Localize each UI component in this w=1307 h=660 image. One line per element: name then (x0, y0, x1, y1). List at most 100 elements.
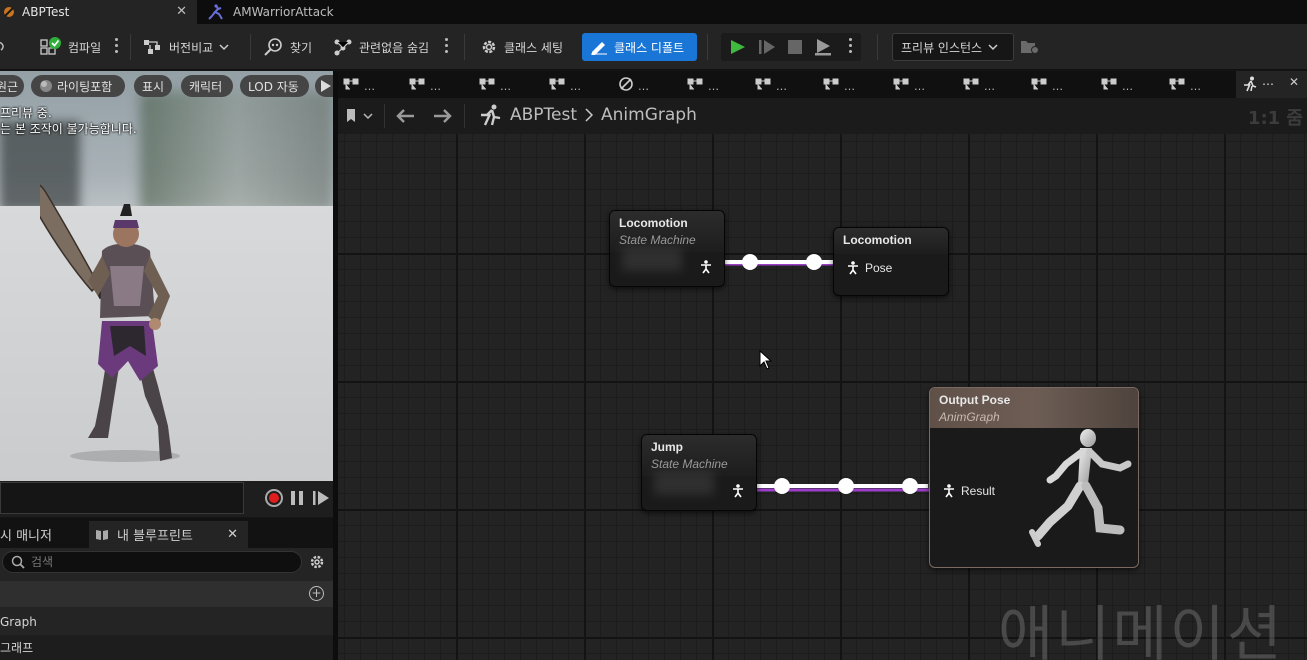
compile-options-icon[interactable] (115, 38, 119, 56)
search-input[interactable] (31, 555, 281, 569)
diff-icon (144, 40, 160, 54)
result-input-pin[interactable]: Result (943, 484, 995, 498)
compile-button[interactable]: 컴파일 (40, 34, 101, 60)
tab-my-blueprint[interactable]: 내 블루프린트 ✕ (89, 521, 248, 548)
version-compare-label: 버전비교 (169, 40, 214, 55)
graph-tab-collapsed[interactable]: … (479, 78, 511, 93)
step-icon[interactable] (758, 39, 776, 55)
show-pill[interactable]: 표시 (134, 75, 172, 97)
graph-tab-collapsed-disabled[interactable]: … (619, 77, 649, 93)
lighting-pill[interactable]: 라이팅포함 (31, 75, 125, 97)
gear-icon (482, 40, 496, 54)
find-button[interactable]: 찾기 (264, 34, 312, 60)
chevron-right-icon (585, 108, 594, 122)
section-header[interactable]: + (0, 581, 333, 607)
bookmark-icon[interactable] (346, 108, 376, 124)
pause-icon[interactable] (290, 491, 304, 505)
close-icon[interactable]: ✕ (227, 527, 238, 542)
ellipsis: … (364, 80, 375, 93)
graph-tab-collapsed[interactable]: … (893, 78, 925, 93)
watermark: 애니메이션 (998, 600, 1284, 660)
lod-auto-pill[interactable]: LOD 자동 (240, 75, 309, 97)
graph-tab-collapsed[interactable]: … (963, 78, 995, 93)
breadcrumb-root[interactable]: ABPTest (510, 105, 577, 125)
play-options-icon[interactable] (849, 38, 853, 56)
class-settings-label: 클래스 세팅 (504, 40, 564, 55)
graph-options-icon[interactable] (445, 38, 449, 56)
class-defaults-button[interactable]: 클래스 디폴트 (582, 33, 697, 61)
playback-speed-pill[interactable] (315, 75, 333, 97)
node-header: Locomotion (834, 228, 948, 254)
pose-pin-icon (848, 261, 858, 275)
graph-tab-collapsed[interactable]: … (549, 78, 581, 93)
tab-abptest[interactable]: ABPTest ✕ (0, 0, 197, 24)
node-title: Jump (651, 440, 684, 454)
version-compare-button[interactable]: 버전비교 (143, 34, 229, 60)
pose-output-pin[interactable] (700, 260, 712, 274)
add-icon[interactable]: + (309, 586, 324, 601)
graph-tab-collapsed[interactable]: … (409, 78, 441, 93)
class-defaults-label: 클래스 디폴트 (614, 40, 685, 55)
graph-tab-collapsed[interactable]: … (343, 78, 375, 93)
tab-manager[interactable]: 시 매니저 (0, 521, 52, 548)
warrior-character-preview (40, 184, 180, 462)
node-preview-blur (622, 247, 682, 271)
graph-tab-active[interactable]: … ✕ (1236, 71, 1307, 98)
perspective-pill[interactable]: 원근 (0, 75, 24, 97)
stop-icon[interactable] (787, 39, 803, 55)
list-item[interactable]: 그래프 (0, 635, 333, 660)
pose-output-pin[interactable] (732, 484, 744, 498)
close-icon[interactable]: ✕ (176, 4, 187, 19)
step-forward-icon[interactable] (313, 491, 329, 505)
close-icon[interactable]: ✕ (1289, 75, 1299, 89)
running-man-icon (1244, 76, 1257, 92)
preview-instance-label: 프리뷰 인스턴스 (901, 40, 983, 55)
tab-label: 시 매니저 (0, 529, 52, 544)
graph-tab-collapsed[interactable]: … (1169, 78, 1201, 93)
list-item[interactable]: Graph (0, 609, 333, 634)
viewport-options-bar: 원근 라이팅포함 표시 캐릭터 LOD 자동 (0, 75, 333, 99)
book-icon (96, 529, 108, 540)
ellipsis: … (1262, 74, 1274, 88)
chevron-down-icon (219, 44, 229, 51)
class-settings-button[interactable]: 클래스 세팅 (480, 34, 563, 60)
node-jump-state-machine[interactable]: Jump State Machine (641, 434, 757, 511)
notice-line: 프리뷰 중. (0, 106, 52, 120)
node-output-pose[interactable]: Output Pose AnimGraph Result (929, 387, 1139, 568)
tab-amwarriorattack[interactable]: AMWarriorAttack (207, 0, 334, 24)
ellipsis: … (1052, 80, 1063, 93)
search-box[interactable] (2, 551, 302, 573)
pose-input-pin[interactable]: Pose (847, 261, 892, 275)
record-icon[interactable] (265, 489, 283, 507)
graph-tab-collapsed[interactable]: … (1101, 78, 1133, 93)
debug-filter-icon[interactable] (1020, 39, 1040, 55)
node-header: Output Pose AnimGraph (930, 388, 1138, 428)
preview-instance-dropdown[interactable]: 프리뷰 인스턴스 (892, 33, 1014, 61)
my-blueprint-panel: + Graph 그래프 (0, 548, 333, 660)
timeline-track[interactable] (0, 482, 244, 514)
ellipsis: … (914, 80, 925, 93)
hide-unrelated-label: 관련없음 숨김 (359, 40, 430, 55)
settings-gear-icon[interactable] (309, 554, 325, 570)
graph-tab-collapsed[interactable]: … (755, 78, 787, 93)
toolbar-divider (130, 34, 131, 60)
node-title: Locomotion (843, 233, 912, 247)
hide-unrelated-button[interactable]: 관련없음 숨김 (333, 34, 429, 60)
node-locomotion-pose[interactable]: Locomotion Pose (833, 227, 949, 296)
graph-tab-collapsed[interactable]: … (823, 78, 855, 93)
node-locomotion-state-machine[interactable]: Locomotion State Machine (609, 210, 725, 287)
bottom-panel-tabs: 시 매니저 내 블루프린트 ✕ (0, 518, 333, 548)
back-arrow-icon[interactable] (395, 108, 415, 124)
anim-graph-canvas[interactable]: Locomotion State Machine Locomotion Pose… (338, 134, 1307, 660)
character-pill[interactable]: 캐릭터 (181, 75, 233, 97)
eject-icon[interactable] (814, 38, 832, 56)
save-icon[interactable] (0, 34, 6, 60)
chevron-down-icon (988, 44, 998, 51)
breadcrumb-leaf[interactable]: AnimGraph (601, 105, 697, 125)
play-icon[interactable] (730, 39, 746, 55)
tab-label: 내 블루프린트 (117, 529, 193, 544)
graph-tab-collapsed[interactable]: … (1031, 78, 1063, 93)
forward-arrow-icon[interactable] (433, 108, 453, 124)
preview-viewport[interactable]: 원근 라이팅포함 표시 캐릭터 LOD 자동 프리뷰 중. 는 본 조작이 불가… (0, 71, 333, 481)
graph-tab-collapsed[interactable]: … (687, 78, 719, 93)
